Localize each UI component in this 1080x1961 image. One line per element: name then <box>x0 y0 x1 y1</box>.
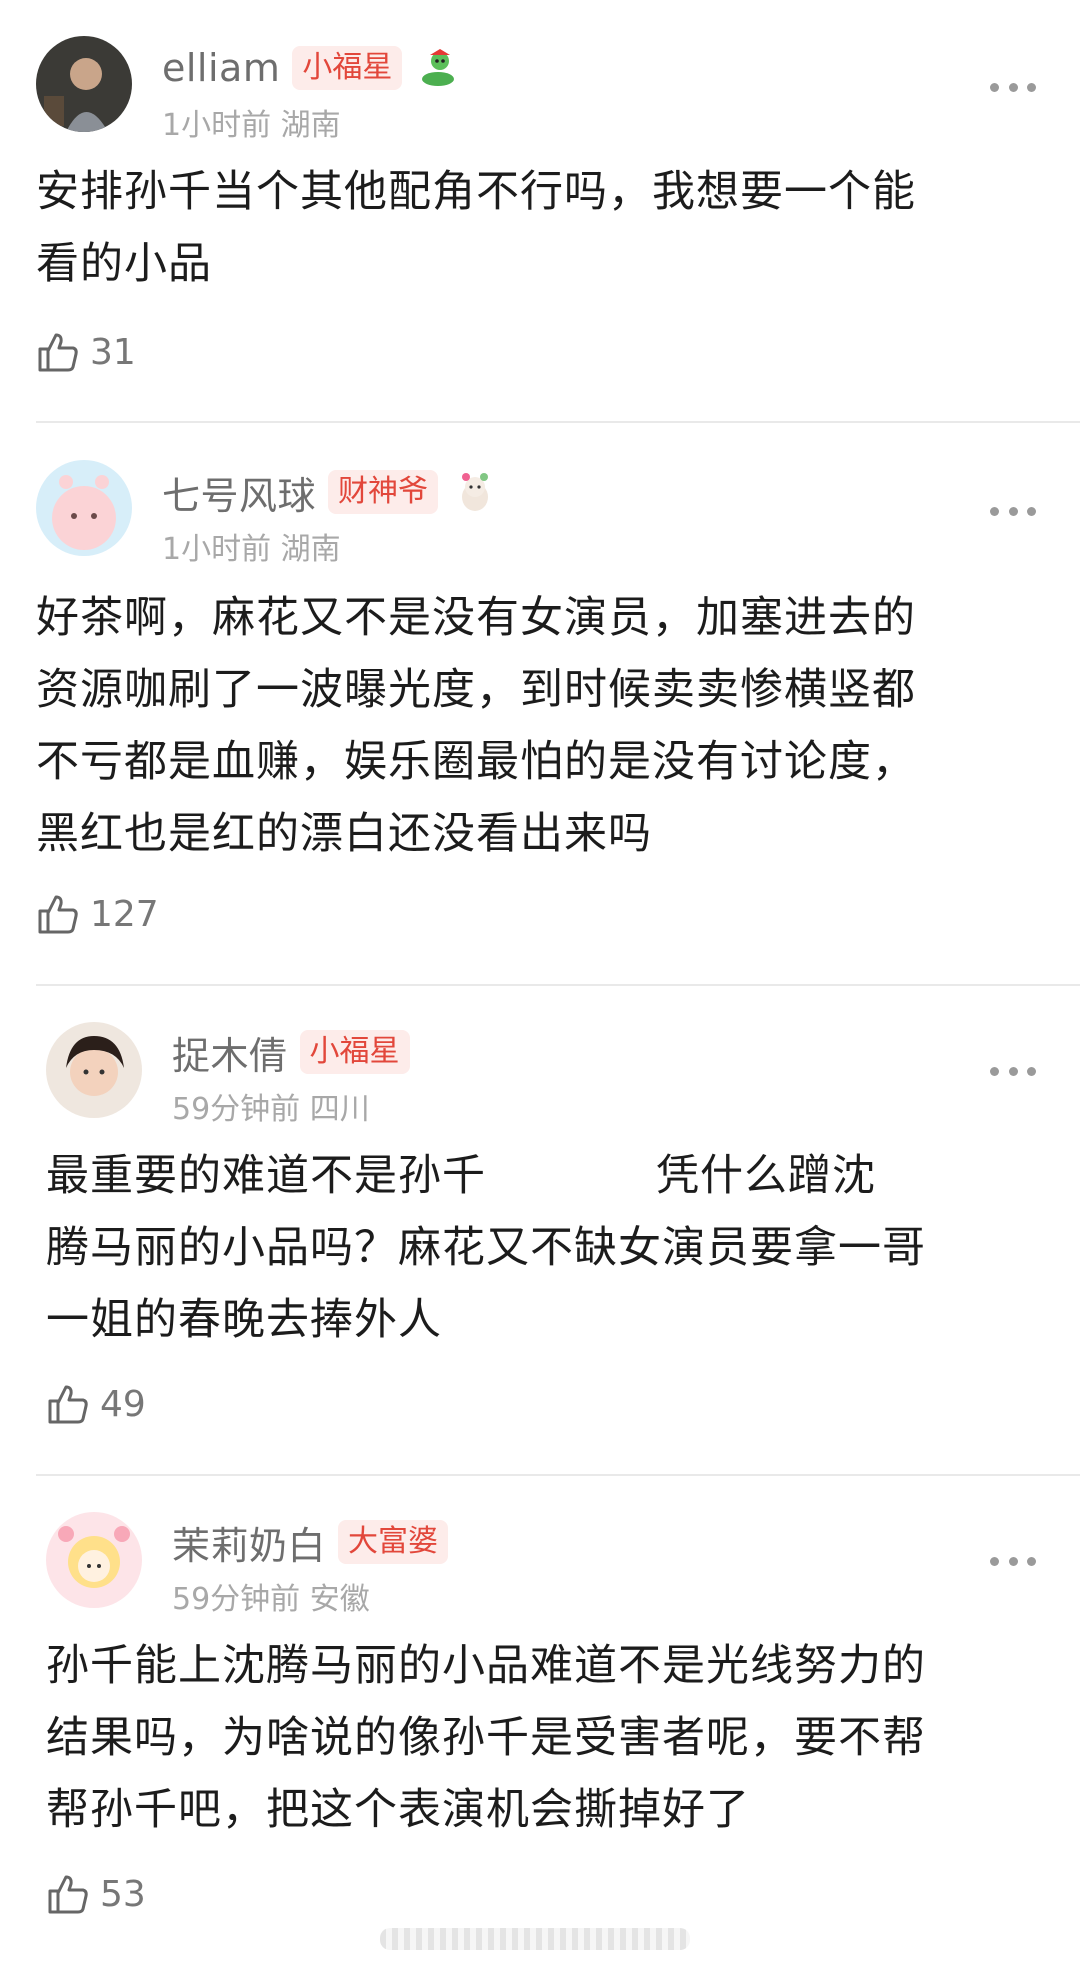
comment-time: 1小时前 <box>162 108 272 143</box>
thumbs-up-icon <box>38 895 78 934</box>
comment-text: 孙千能上沈腾马丽的小品难道不是光线努力的 结果吗，为啥说的像孙千是受害者呢，要不… <box>46 1630 926 1846</box>
comment-line: 安排孙千当个其他配角不行吗，我想要一个能 <box>36 167 916 217</box>
like-button[interactable]: 31 <box>36 326 136 378</box>
comment-feed: elliam 小福星 1小时前 湖南 安排孙千当个其他配角不行吗，我想要一个能 … <box>0 0 1080 1961</box>
comment-meta: 59分钟前 四川 <box>172 1084 370 1128</box>
comment-time: 59分钟前 <box>172 1092 301 1127</box>
comment-line: 帮孙千吧，把这个表演机会撕掉好了 <box>46 1785 750 1835</box>
comment-line: 资源咖刷了一波曝光度，到时候卖卖惨横竖都 <box>36 665 916 715</box>
comment-item: 七号风球 财神爷 1小时前 湖南 好茶啊，麻花又不是没有女演员，加塞进去的 资源… <box>0 424 1080 984</box>
comment-time: 1小时前 <box>162 532 272 567</box>
user-info: 七号风球 财神爷 <box>162 466 498 518</box>
user-badge: 小福星 <box>299 1030 410 1074</box>
avatar[interactable] <box>46 1022 142 1118</box>
thumbs-up-icon <box>38 333 78 372</box>
comment-location: 湖南 <box>280 108 341 143</box>
username[interactable]: 七号风球 <box>162 465 316 520</box>
comment-line: 不亏都是血赚，娱乐圈最怕的是没有讨论度， <box>36 737 916 787</box>
like-count: 31 <box>90 331 136 373</box>
avatar[interactable] <box>36 36 132 132</box>
thumbs-up-icon <box>48 1385 88 1424</box>
user-badge: 小福星 <box>292 46 403 90</box>
user-badge: 大富婆 <box>338 1520 449 1564</box>
comment-item: 茉莉奶白 大富婆 59分钟前 安徽 孙千能上沈腾马丽的小品难道不是光线努力的 结… <box>0 1478 1080 1958</box>
comment-line: 一姐的春晚去捧外人 <box>46 1295 442 1345</box>
like-count: 53 <box>100 1873 146 1915</box>
comment-time: 59分钟前 <box>172 1582 301 1617</box>
like-button[interactable]: 49 <box>46 1378 146 1430</box>
comment-text: 好茶啊，麻花又不是没有女演员，加塞进去的 资源咖刷了一波曝光度，到时候卖卖惨横竖… <box>36 582 916 870</box>
thumbs-up-icon <box>48 1875 88 1914</box>
avatar[interactable] <box>36 460 132 556</box>
comment-text: 最重要的难道不是孙千 凭什么蹭沈 腾马丽的小品吗？麻花又不缺女演员要拿一哥 一姐的… <box>46 1140 926 1356</box>
avatar[interactable] <box>46 1512 142 1608</box>
comment-location: 湖南 <box>280 532 341 567</box>
comment-line: 黑红也是红的漂白还没看出来吗 <box>36 809 652 859</box>
comment-item: 捉木倩 小福星 59分钟前 四川 最重要的难道不是孙千 凭什么蹭沈 腾马丽的小品吗… <box>0 988 1080 1473</box>
comment-meta: 1小时前 湖南 <box>162 524 341 568</box>
comment-line: 孙千能上沈腾马丽的小品难道不是光线努力的 <box>46 1641 926 1691</box>
comment-meta: 1小时前 湖南 <box>162 100 341 144</box>
username[interactable]: 捉木倩 <box>172 1025 288 1080</box>
user-info: elliam 小福星 <box>162 42 462 94</box>
like-button[interactable]: 53 <box>46 1868 146 1920</box>
like-count: 49 <box>100 1383 146 1425</box>
comment-line: 结果吗，为啥说的像孙千是受害者呢，要不帮 <box>46 1713 926 1763</box>
more-options-icon[interactable] <box>990 80 1036 94</box>
comment-line-start: 最重要的难道不是孙千 <box>46 1151 486 1201</box>
divider <box>36 1474 1080 1476</box>
user-badge: 财神爷 <box>328 470 439 514</box>
more-options-icon[interactable] <box>990 504 1036 518</box>
divider <box>36 421 1080 423</box>
user-info: 捉木倩 小福星 <box>172 1026 410 1078</box>
comment-location: 四川 <box>309 1092 370 1127</box>
comment-item: elliam 小福星 1小时前 湖南 安排孙千当个其他配角不行吗，我想要一个能 … <box>0 0 1080 420</box>
comment-line: 看的小品 <box>36 239 212 289</box>
user-info: 茉莉奶白 大富婆 <box>172 1515 449 1570</box>
comment-location: 安徽 <box>309 1582 370 1617</box>
username[interactable]: 茉莉奶白 <box>172 1515 326 1570</box>
comment-line: 腾马丽的小品吗？麻花又不缺女演员要拿一哥 <box>46 1223 926 1273</box>
more-options-icon[interactable] <box>990 1554 1036 1568</box>
comment-line-end: 凭什么蹭沈 <box>656 1151 876 1201</box>
more-options-icon[interactable] <box>990 1064 1036 1078</box>
snake-icon <box>422 49 455 86</box>
comment-text: 安排孙千当个其他配角不行吗，我想要一个能 看的小品 <box>36 156 916 300</box>
divider <box>36 984 1080 986</box>
username[interactable]: elliam <box>162 46 280 90</box>
watermark <box>380 1928 690 1950</box>
comment-line: 最重要的难道不是孙千 凭什么蹭沈 <box>46 1140 926 1212</box>
alpaca-icon <box>462 473 489 511</box>
comment-meta: 59分钟前 安徽 <box>172 1574 370 1618</box>
like-count: 127 <box>90 893 159 935</box>
redacted-region <box>486 1158 656 1199</box>
like-button[interactable]: 127 <box>36 888 159 940</box>
comment-line: 好茶啊，麻花又不是没有女演员，加塞进去的 <box>36 593 916 643</box>
